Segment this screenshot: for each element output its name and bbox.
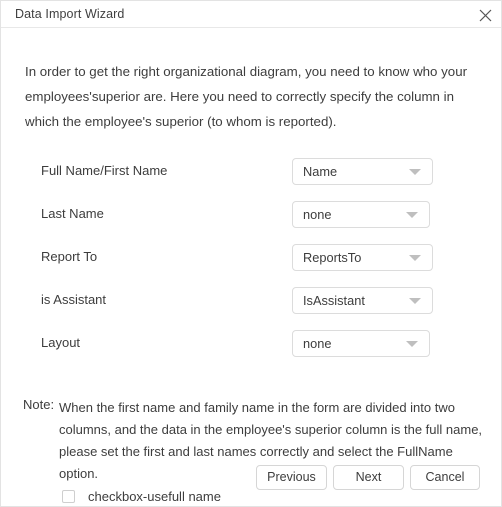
close-icon[interactable] (473, 4, 497, 26)
form-row-full-name: Full Name/First Name Name (1, 151, 501, 194)
dialog-title: Data Import Wizard (15, 7, 125, 21)
cancel-button[interactable]: Cancel (410, 465, 480, 490)
dropdown-layout[interactable]: none (292, 330, 430, 357)
form-row-is-assistant: is Assistant IsAssistant (1, 280, 501, 323)
dropdown-report-to[interactable]: ReportsTo (292, 244, 433, 271)
label-report-to: Report To (41, 249, 98, 264)
form-row-report-to: Report To ReportsTo (1, 237, 501, 280)
intro-paragraph: In order to get the right organizational… (25, 64, 468, 129)
dropdown-last-name[interactable]: none (292, 201, 430, 228)
chevron-down-icon (409, 298, 421, 304)
label-is-assistant: is Assistant (41, 292, 107, 307)
usefull-name-checkbox-row[interactable]: checkbox-usefull name (62, 489, 221, 504)
checkbox-icon[interactable] (62, 490, 75, 503)
note-label: Note: (23, 397, 55, 412)
label-last-name: Last Name (41, 206, 104, 221)
chevron-down-icon (409, 255, 421, 261)
next-button[interactable]: Next (333, 465, 404, 490)
chevron-down-icon (406, 212, 418, 218)
dropdown-report-to-value: ReportsTo (303, 250, 362, 265)
label-full-name: Full Name/First Name (41, 163, 168, 178)
dropdown-layout-value: none (303, 336, 332, 351)
dialog-titlebar: Data Import Wizard (1, 1, 501, 28)
previous-button[interactable]: Previous (256, 465, 327, 490)
dropdown-last-name-value: none (303, 207, 332, 222)
mapping-form: Full Name/First Name Name Last Name none… (1, 151, 501, 366)
data-import-wizard-dialog: Data Import Wizard In order to get the r… (0, 0, 502, 507)
dropdown-is-assistant[interactable]: IsAssistant (292, 287, 433, 314)
dropdown-full-name-value: Name (303, 164, 338, 179)
dropdown-is-assistant-value: IsAssistant (303, 293, 365, 308)
label-layout: Layout (41, 335, 81, 350)
chevron-down-icon (409, 169, 421, 175)
chevron-down-icon (406, 341, 418, 347)
form-row-layout: Layout none (1, 323, 501, 366)
dropdown-full-name[interactable]: Name (292, 158, 433, 185)
usefull-name-checkbox-label: checkbox-usefull name (88, 489, 221, 504)
form-row-last-name: Last Name none (1, 194, 501, 237)
